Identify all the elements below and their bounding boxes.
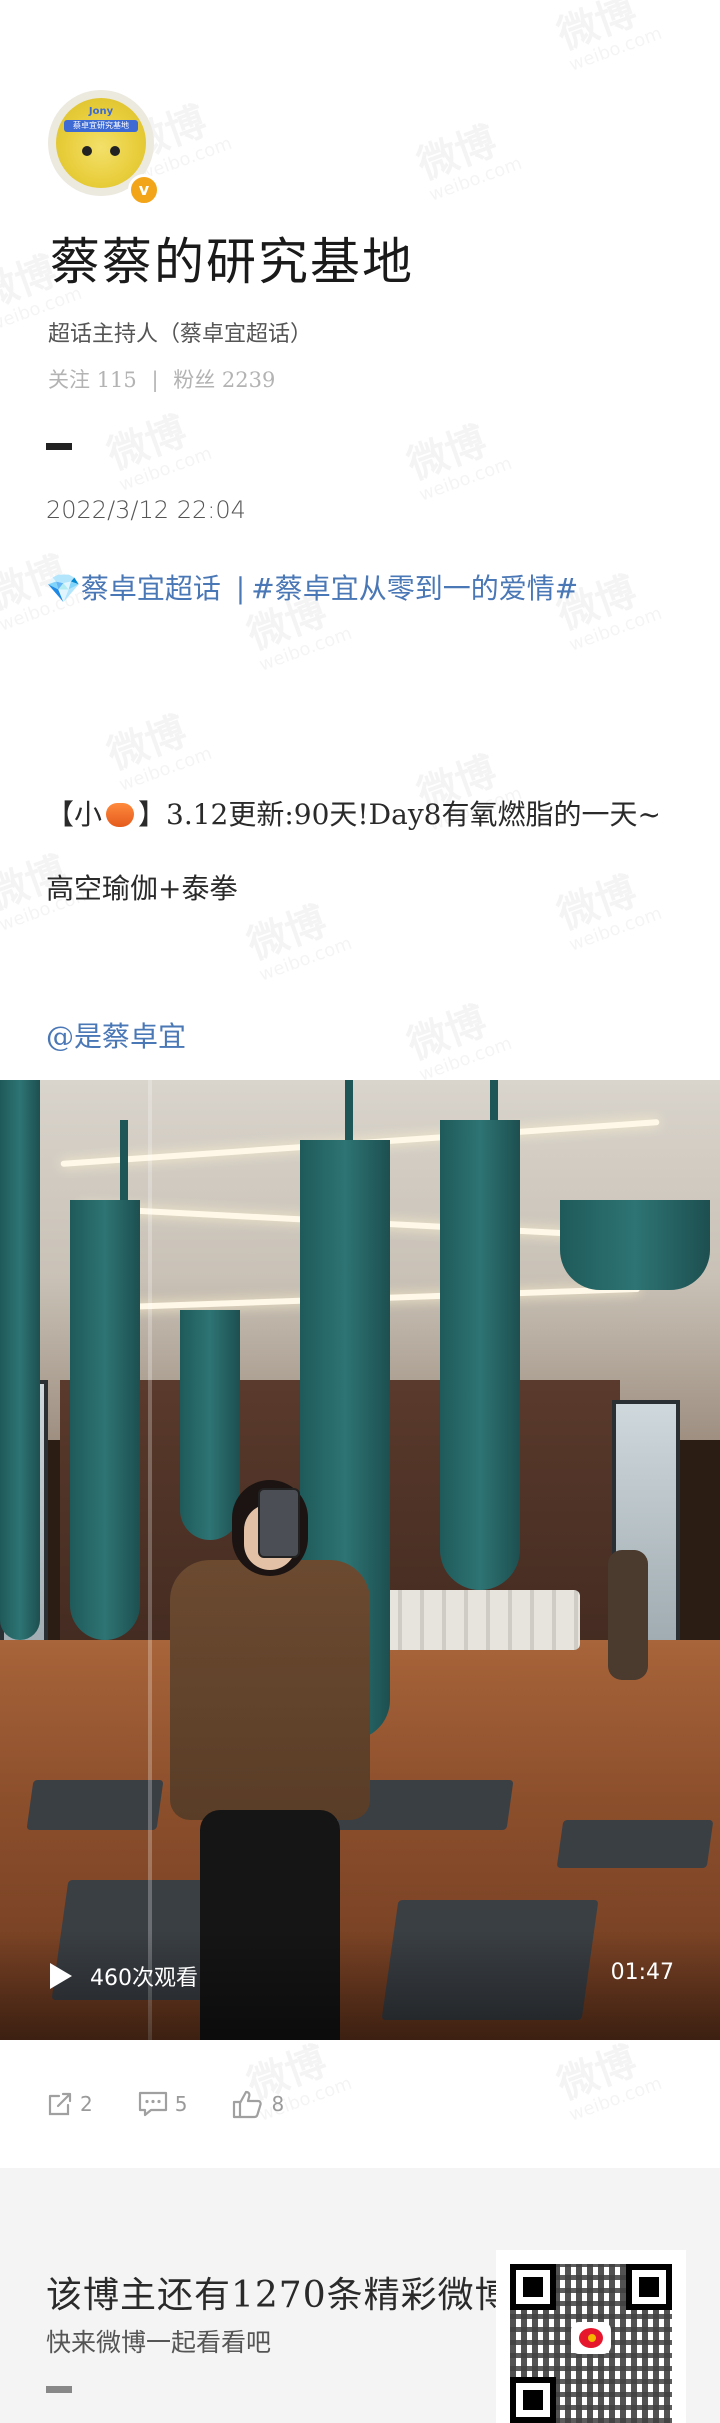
watermark: 微博weibo.com (552, 2035, 665, 2126)
mirror-edge (148, 1080, 152, 2040)
rolled-mats (380, 1590, 580, 1650)
comment-icon (138, 2091, 167, 2117)
account-stats: 关注 115 | 粉丝 2239 (48, 364, 275, 394)
diamond-icon: 💎 (46, 572, 81, 605)
qr-finder-pattern (510, 2377, 556, 2423)
qr-finder-pattern (626, 2264, 672, 2310)
comment-button[interactable]: 5 (137, 2090, 188, 2118)
like-button[interactable]: 8 (231, 2089, 284, 2119)
video-duration: 01:47 (610, 1960, 674, 1985)
watermark: 微博weibo.com (552, 0, 665, 76)
background-person (608, 1550, 648, 1680)
follow-label: 关注 (48, 368, 90, 392)
comment-count: 5 (174, 2092, 188, 2116)
verified-badge-icon: v (128, 174, 160, 206)
post-timestamp: 2022/3/12 22:04 (46, 496, 246, 524)
aerial-hammock (70, 1200, 140, 1640)
content-text: 】3.12更新:90天!Day8有氧燃脂的一天~高空瑜伽+泰拳 (46, 798, 661, 905)
yoga-mat (26, 1780, 164, 1830)
account-subtitle: 超话主持人（蔡卓宜超话） (48, 322, 313, 347)
aerial-hammock (0, 1080, 40, 1640)
avatar-brand-text: Jony (88, 106, 114, 117)
action-bar: 2 5 8 (46, 2086, 328, 2122)
mention-link[interactable]: @是蔡卓宜 (46, 1000, 686, 1074)
topic-separator: | (235, 572, 246, 605)
super-topic-link[interactable]: 蔡卓宜超话 (81, 572, 221, 605)
qr-code-icon[interactable] (496, 2250, 686, 2423)
heart-emoji-icon (106, 803, 135, 827)
avatar-eye-right (110, 146, 120, 156)
avatar-image: Jony 蔡卓宜研究基地 (56, 98, 146, 188)
stats-divider: | (151, 368, 159, 392)
fans-label: 粉丝 (173, 368, 216, 392)
yoga-mat (556, 1820, 714, 1868)
content-prefix: 【小 (46, 798, 103, 831)
watermark: 微博weibo.com (102, 405, 215, 496)
play-icon[interactable] (50, 1963, 72, 1989)
follow-count: 115 (96, 368, 137, 392)
post-topic: 💎蔡卓宜超话 | #蔡卓宜从零到一的爱情# (46, 552, 686, 626)
thumbs-up-icon (233, 2090, 263, 2119)
hashtag-link[interactable]: #蔡卓宜从零到一的爱情# (251, 572, 578, 605)
weibo-logo-eye (588, 2334, 596, 2342)
promo-title: 该博主还有1270条精彩微博 (46, 2275, 512, 2316)
video-player[interactable]: 460次观看 01:47 (0, 1080, 720, 2040)
avatar-eye-left (82, 146, 92, 156)
qr-finder-pattern (510, 2264, 556, 2310)
share-count: 2 (80, 2092, 93, 2116)
watermark: 微博weibo.com (412, 115, 525, 206)
share-icon (48, 2092, 72, 2116)
like-count: 8 (271, 2092, 285, 2116)
account-name[interactable]: 蔡蔡的研究基地 (50, 222, 414, 294)
aerial-hammock (440, 1120, 520, 1590)
app-promo-banner[interactable]: 该博主还有1270条精彩微博 快来微博一起看看吧 (0, 2168, 720, 2423)
phone-in-hand (258, 1488, 300, 1558)
aerial-hammock (560, 1200, 710, 1290)
promo-divider-bar (46, 2386, 72, 2393)
divider-bar (46, 443, 72, 450)
fans-count: 2239 (221, 368, 276, 392)
person-body (170, 1560, 370, 1820)
post-content: 【小 】3.12更新:90天!Day8有氧燃脂的一天~高空瑜伽+泰拳 (46, 778, 686, 926)
video-view-count: 460次观看 (90, 1966, 198, 1991)
weibo-logo-icon (571, 2322, 611, 2354)
share-button[interactable]: 2 (46, 2090, 93, 2118)
promo-subtitle: 快来微博一起看看吧 (46, 2328, 272, 2357)
aerial-hammock (180, 1310, 240, 1540)
watermark: 微博weibo.com (402, 415, 515, 506)
avatar-sub-text: 蔡卓宜研究基地 (64, 120, 138, 132)
